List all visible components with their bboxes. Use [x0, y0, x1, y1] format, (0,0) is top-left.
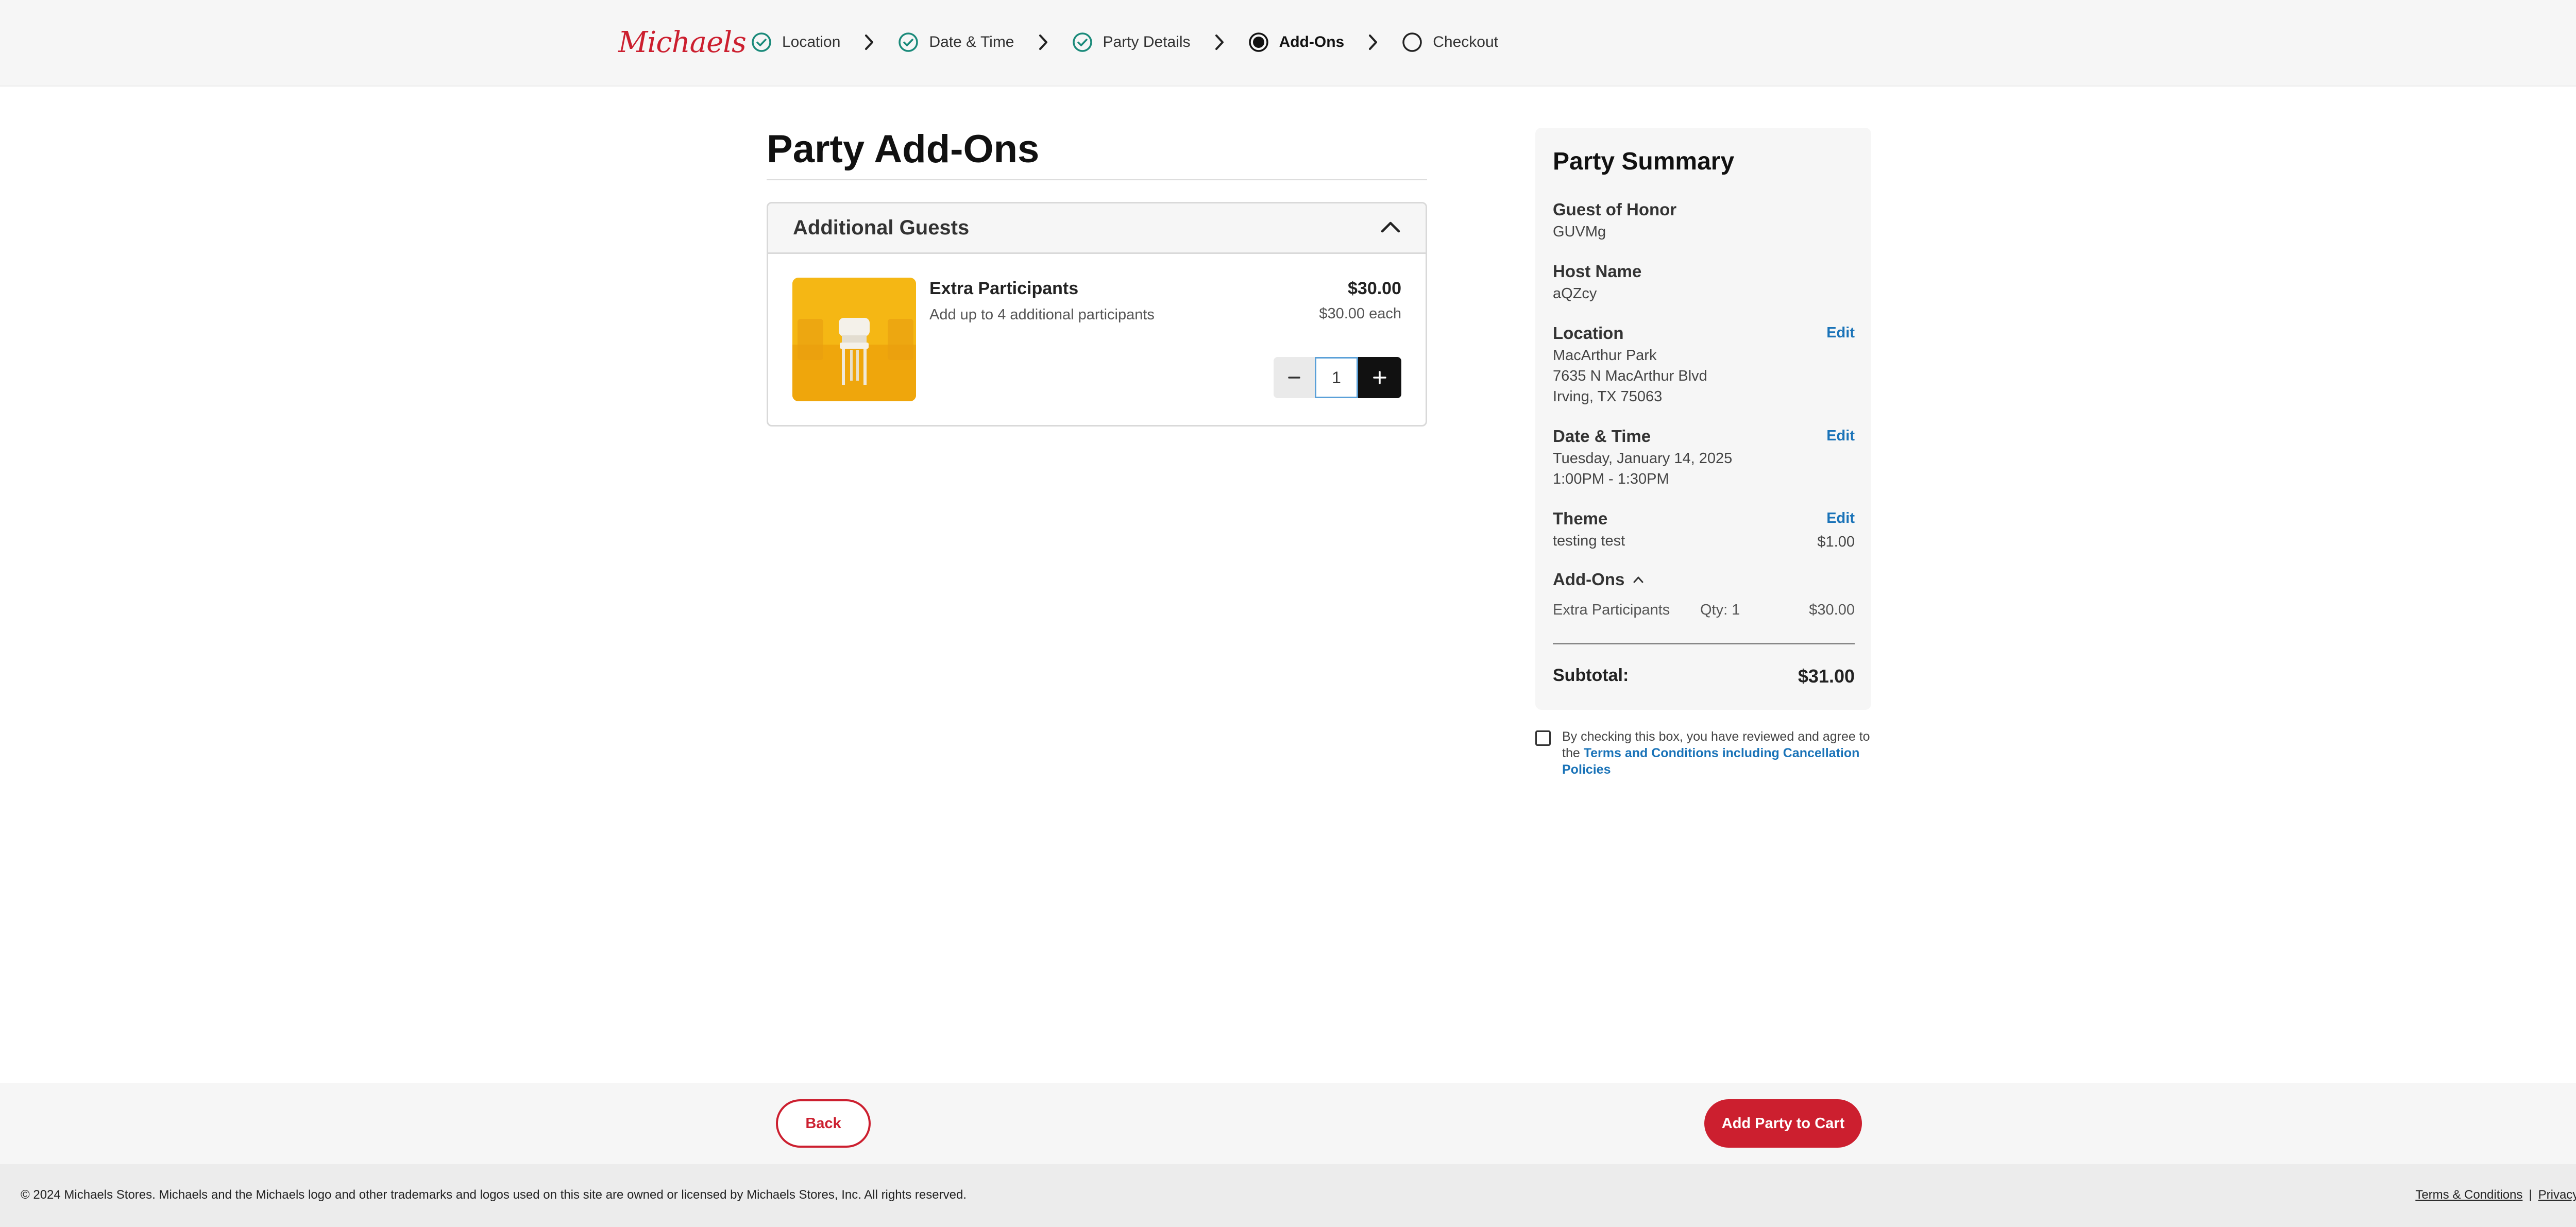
- step-add-ons: Add-Ons: [1248, 32, 1345, 53]
- step-location[interactable]: Location: [751, 32, 840, 53]
- progress-steps: Location Date & Time Party Details Add-O…: [751, 32, 1498, 53]
- additional-guests-accordion: Additional Guests Extra Participants Add…: [767, 202, 1427, 427]
- host-name-value: aQZcy: [1553, 285, 1597, 302]
- party-summary-panel: Party Summary Guest of Honor GUVMg Host …: [1535, 128, 1871, 710]
- footer-links: Terms & Conditions | Privacy Policy: [2415, 1188, 2576, 1202]
- step-label: Location: [782, 33, 841, 50]
- addon-name: Extra Participants: [929, 279, 1079, 298]
- step-date-time[interactable]: Date & Time: [898, 32, 1014, 53]
- chevron-right-icon: [1033, 32, 1054, 53]
- checkout-header: Michaels Location Date & Time Party Deta…: [0, 0, 2576, 87]
- addon-total-price: $30.00: [1348, 279, 1401, 298]
- copyright-text: © 2024 Michaels Stores. Michaels and the…: [21, 1188, 967, 1202]
- location-label: Location: [1553, 323, 1624, 343]
- subtotal-label: Subtotal:: [1553, 666, 1629, 685]
- summary-addon-qty: Qty: 1: [1700, 602, 1740, 618]
- edit-theme-link[interactable]: Edit: [1826, 510, 1855, 527]
- step-label: Date & Time: [929, 33, 1014, 50]
- edit-location-link[interactable]: Edit: [1826, 325, 1855, 342]
- accordion-header[interactable]: Additional Guests: [768, 203, 1426, 254]
- edit-date-time-link[interactable]: Edit: [1826, 428, 1855, 445]
- party-date: Tuesday, January 14, 2025: [1553, 450, 1733, 467]
- check-circle-icon: [898, 32, 919, 53]
- summary-title: Party Summary: [1553, 148, 1735, 175]
- step-party-details[interactable]: Party Details: [1072, 32, 1191, 53]
- check-circle-icon: [751, 32, 772, 53]
- add-party-to-cart-button[interactable]: Add Party to Cart: [1704, 1099, 1862, 1148]
- check-circle-icon: [1072, 32, 1093, 53]
- summary-addon-row: Extra Participants Qty: 1 $30.00: [1553, 602, 1855, 619]
- date-time-label: Date & Time: [1553, 427, 1651, 446]
- terms-conditions-footer-link[interactable]: Terms & Conditions: [2415, 1188, 2522, 1202]
- location-name: MacArthur Park: [1553, 347, 1657, 364]
- terms-checkbox[interactable]: [1535, 730, 1551, 746]
- quantity-stepper: [1274, 357, 1401, 398]
- guest-of-honor-label: Guest of Honor: [1553, 200, 1677, 219]
- step-label: Checkout: [1433, 33, 1498, 50]
- location-street: 7635 N MacArthur Blvd: [1553, 368, 1707, 384]
- theme-value: testing test: [1553, 533, 1625, 549]
- minus-icon: [1288, 377, 1300, 379]
- site-footer: © 2024 Michaels Stores. Michaels and the…: [0, 1164, 2576, 1227]
- accordion-title: Additional Guests: [793, 216, 970, 239]
- close-button[interactable]: [2573, 30, 2576, 55]
- chevron-up-icon: [1633, 576, 1643, 583]
- step-checkout: Checkout: [1402, 32, 1498, 53]
- subtotal-value: $31.00: [1798, 666, 1855, 687]
- addons-label: Add-Ons: [1553, 570, 1625, 589]
- terms-conditions-link[interactable]: Terms and Conditions including Cancellat…: [1562, 746, 1859, 777]
- theme-label: Theme: [1553, 509, 1608, 528]
- decrease-quantity-button[interactable]: [1274, 357, 1315, 398]
- summary-addon-name: Extra Participants: [1553, 602, 1670, 618]
- guest-of-honor-value: GUVMg: [1553, 224, 1606, 240]
- addon-unit-price: $30.00 each: [1319, 305, 1401, 322]
- chevron-up-icon[interactable]: [1380, 219, 1401, 236]
- chevron-right-icon: [1209, 32, 1230, 53]
- step-label: Add-Ons: [1279, 33, 1345, 50]
- theme-price: $1.00: [1817, 534, 1855, 550]
- addons-toggle[interactable]: Add-Ons: [1553, 570, 1644, 589]
- divider: [1553, 643, 1855, 644]
- chevron-right-icon: [1363, 32, 1383, 53]
- plus-icon: [1373, 371, 1386, 384]
- privacy-policy-link[interactable]: Privacy Policy: [2538, 1188, 2576, 1202]
- terms-agreement: By checking this box, you have reviewed …: [1535, 728, 1875, 778]
- extra-participants-image: [792, 278, 916, 401]
- current-step-icon: [1248, 32, 1269, 53]
- host-name-label: Host Name: [1553, 262, 1642, 281]
- addon-description: Add up to 4 additional participants: [929, 306, 1155, 323]
- location-city: Irving, TX 75063: [1553, 388, 1663, 405]
- back-button[interactable]: Back: [776, 1099, 871, 1148]
- quantity-input[interactable]: [1315, 357, 1358, 398]
- action-bar: Back Add Party to Cart: [0, 1083, 2576, 1164]
- footer-separator: |: [2529, 1188, 2532, 1202]
- increase-quantity-button[interactable]: [1358, 357, 1401, 398]
- terms-text: By checking this box, you have reviewed …: [1562, 728, 1875, 778]
- summary-addon-price: $30.00: [1809, 602, 1855, 618]
- chevron-right-icon: [859, 32, 879, 53]
- step-label: Party Details: [1103, 33, 1191, 50]
- michaels-logo[interactable]: Michaels: [618, 26, 747, 59]
- page-title: Party Add-Ons: [767, 127, 1040, 171]
- party-time: 1:00PM - 1:30PM: [1553, 471, 1669, 487]
- accordion-body: Extra Participants Add up to 4 additiona…: [768, 254, 1426, 425]
- empty-circle-icon: [1402, 32, 1422, 53]
- divider: [767, 179, 1427, 180]
